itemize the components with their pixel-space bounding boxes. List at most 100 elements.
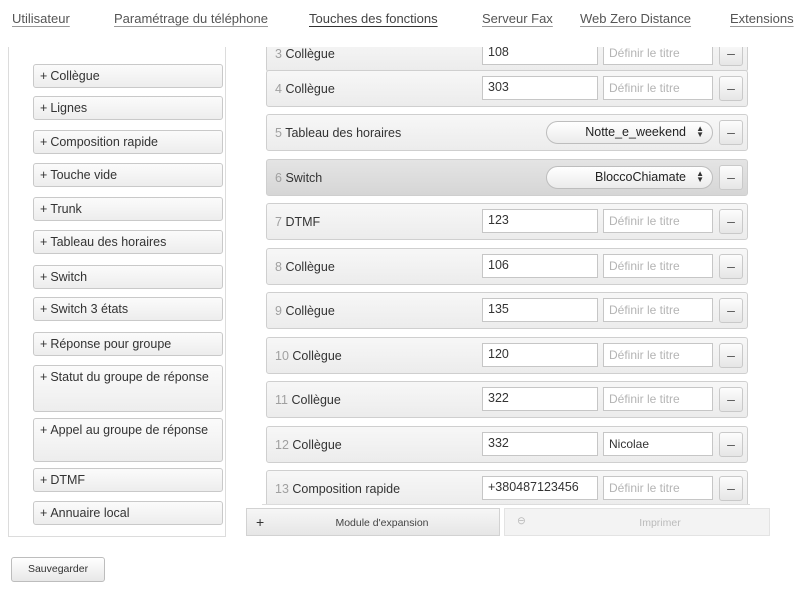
remove-key-button[interactable]: – [719,254,743,279]
function-key-row[interactable]: 12 Collègue 332 Nicolae – [266,426,748,463]
palette-item[interactable]: + Touche vide [33,163,223,187]
function-key-number: 6 [275,171,282,185]
function-key-list[interactable]: 3 Collègue 108 Définir le titre –4 Collègue… [262,47,750,505]
function-key-title-field[interactable]: Définir le titre [603,476,713,500]
print-label: Imprimer [639,517,681,529]
function-key-title-field[interactable]: Définir le titre [603,298,713,322]
palette-item-label: Lignes [50,101,88,115]
tab-6[interactable]: Extensions [730,11,794,26]
function-key-type: Collègue [285,304,335,318]
palette-item[interactable]: + Statut du groupe de réponse [33,365,223,412]
function-key-value-field[interactable]: 123 [482,209,598,233]
function-key-value-field[interactable]: 108 [482,47,598,65]
function-key-number: 8 [275,260,282,274]
function-key-label: 12 Collègue [275,438,342,452]
function-key-title-field[interactable]: Définir le titre [603,76,713,100]
expansion-module-button[interactable]: + Module d'expansion [246,508,500,536]
palette-item[interactable]: + Lignes [33,96,223,120]
remove-key-button[interactable]: – [719,432,743,457]
function-key-title-field[interactable]: Définir le titre [603,343,713,367]
function-key-label: 5 Tableau des horaires [275,126,401,140]
top-tabs: Utilisateur Paramétrage du téléphone Touch… [12,11,803,37]
remove-key-button[interactable]: – [719,209,743,234]
plus-icon: + [40,370,48,384]
function-key-number: 10 [275,349,289,363]
tab-5[interactable]: Web Zero Distance [580,11,691,26]
function-key-value-field[interactable]: 106 [482,254,598,278]
function-key-value-field[interactable]: 303 [482,76,598,100]
function-key-value-field[interactable]: 322 [482,387,598,411]
palette-item[interactable]: + Switch 3 états [33,297,223,321]
function-key-number: 11 [275,393,288,407]
function-key-row[interactable]: 13 Composition rapide +380487123456 Défini… [266,470,748,504]
palette-item[interactable]: + Réponse pour groupe [33,332,223,356]
tab-1[interactable]: Utilisateur [12,11,70,26]
save-button[interactable]: Sauvegarder [11,557,105,582]
function-key-row[interactable]: 4 Collègue 303 Définir le titre – [266,70,748,107]
remove-key-button[interactable]: – [719,343,743,368]
tab-4[interactable]: Serveur Fax [482,11,553,26]
function-key-value-field[interactable]: 135 [482,298,598,322]
plus-icon: + [40,302,48,316]
function-key-type: Collègue [291,393,341,407]
function-key-label: 4 Collègue [275,82,335,96]
palette-item-label: Composition rapide [50,135,159,149]
palette-item-label: Collègue [50,69,100,83]
print-button[interactable]: ⊖ Imprimer [504,508,770,536]
palette-item[interactable]: + Annuaire local [33,501,223,525]
tab-3[interactable]: Touches des fonctions [309,11,438,26]
remove-key-button[interactable]: – [719,476,743,501]
function-key-title-field[interactable]: Nicolae [603,432,713,456]
function-key-label: 9 Collègue [275,304,335,318]
palette-item[interactable]: + Collègue [33,64,223,88]
function-key-row[interactable]: 11 Collègue 322 Définir le titre – [266,381,748,418]
function-key-type: Composition rapide [292,482,401,496]
function-key-label: 13 Composition rapide [275,482,400,496]
function-key-title-field[interactable]: Définir le titre [603,387,713,411]
function-key-row[interactable]: 8 Collègue 106 Définir le titre – [266,248,748,285]
plus-icon: + [40,473,48,487]
remove-key-button[interactable]: – [719,120,743,145]
function-key-value-field[interactable]: 332 [482,432,598,456]
plus-icon: + [40,69,48,83]
palette-item[interactable]: + Switch [33,265,223,289]
palette-item[interactable]: + Appel au groupe de réponse [33,418,223,462]
remove-key-button[interactable]: – [719,76,743,101]
function-key-value-field[interactable]: 120 [482,343,598,367]
function-key-type: Collègue [285,260,335,274]
select-arrows-icon: ▲ ▼ [696,124,704,139]
function-key-number: 5 [275,126,282,140]
function-key-label: 6 Switch [275,171,322,185]
function-key-row[interactable]: 9 Collègue 135 Définir le titre – [266,292,748,329]
function-key-row[interactable]: 3 Collègue 108 Définir le titre – [266,47,748,72]
function-key-select[interactable]: Notte_e_weekend ▲ ▼ [546,121,713,144]
function-key-title-field[interactable]: Définir le titre [603,254,713,278]
palette-item[interactable]: + Composition rapide [33,130,223,154]
function-key-title-field[interactable]: Définir le titre [603,209,713,233]
plus-icon: + [40,202,48,216]
function-key-select[interactable]: BloccoChiamate ▲ ▼ [546,166,713,189]
function-key-number: 7 [275,215,282,229]
remove-key-button[interactable]: – [719,387,743,412]
key-type-palette: + Collègue + Lignes + Composition rapide + Touc… [8,47,226,537]
remove-key-button[interactable]: – [719,298,743,323]
function-key-title-field[interactable]: Définir le titre [603,47,713,65]
function-key-value-field[interactable]: +380487123456 [482,476,598,500]
remove-key-button[interactable]: – [719,47,743,66]
tab-2[interactable]: Paramétrage du téléphone [114,11,268,26]
palette-item[interactable]: + DTMF [33,468,223,492]
function-key-row[interactable]: 10 Collègue 120 Définir le titre – [266,337,748,374]
plus-icon: + [40,270,48,284]
palette-item-label: Touche vide [50,168,118,182]
function-key-row[interactable]: 5 Tableau des horaires Notte_e_weekend ▲ ▼ – [266,114,748,151]
palette-item[interactable]: + Trunk [33,197,223,221]
function-key-row[interactable]: 7 DTMF 123 Définir le titre – [266,203,748,240]
function-key-type: Switch [285,171,323,185]
function-key-row[interactable]: 6 Switch BloccoChiamate ▲ ▼ – [266,159,748,196]
expansion-module-label: Module d'expansion [335,517,429,529]
function-key-type: Collègue [292,438,342,452]
palette-item[interactable]: + Tableau des horaires [33,230,223,254]
palette-item-label: Annuaire local [50,506,130,520]
palette-item-label: Statut du groupe de réponse [50,370,209,384]
remove-key-button[interactable]: – [719,165,743,190]
